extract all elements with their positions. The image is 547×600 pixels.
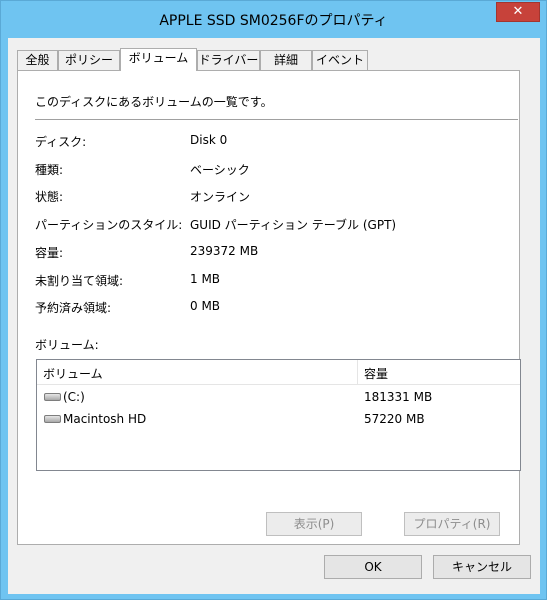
reserved-label: 予約済み領域: xyxy=(35,301,112,315)
column-header-capacity[interactable]: 容量 xyxy=(364,365,388,382)
column-divider[interactable] xyxy=(357,360,358,384)
capacity-value: 239372 MB xyxy=(190,244,259,258)
volume-name: (C:) xyxy=(63,390,85,404)
volume-capacity: 181331 MB xyxy=(364,390,433,404)
properties-button[interactable]: プロパティ(R) xyxy=(404,512,500,536)
list-header: ボリューム 容量 xyxy=(37,360,520,385)
type-label: 種類: xyxy=(35,163,64,177)
status-label: 状態: xyxy=(35,190,64,204)
partition-style-label: パーティションのスタイル: xyxy=(35,218,183,232)
reserved-value: 0 MB xyxy=(190,299,221,313)
unallocated-label: 未割り当て領域: xyxy=(35,274,124,288)
capacity-label: 容量: xyxy=(35,246,64,260)
list-item[interactable]: Macintosh HD 57220 MB xyxy=(37,409,520,431)
disk-value: Disk 0 xyxy=(190,133,228,147)
window-title: APPLE SSD SM0256Fのプロパティ xyxy=(159,13,388,29)
tab-events[interactable]: イベント xyxy=(312,50,368,70)
volumes-list[interactable]: ボリューム 容量 (C:) 181331 MB Macintosh HD 572… xyxy=(36,359,521,471)
ok-button[interactable]: OK xyxy=(324,555,422,579)
volume-name: Macintosh HD xyxy=(63,412,147,426)
tab-driver[interactable]: ドライバー xyxy=(197,50,260,70)
show-button[interactable]: 表示(P) xyxy=(266,512,362,536)
separator xyxy=(35,119,518,120)
panel-intro: このディスクにあるボリュームの一覧です。 xyxy=(35,95,273,109)
partition-style-value: GUID パーティション テーブル (GPT) xyxy=(190,218,397,232)
tab-general[interactable]: 全般 xyxy=(17,50,58,70)
tab-policy[interactable]: ポリシー xyxy=(58,50,120,70)
list-item[interactable]: (C:) 181331 MB xyxy=(37,387,520,409)
unallocated-value: 1 MB xyxy=(190,272,221,286)
column-header-volume[interactable]: ボリューム xyxy=(43,365,103,382)
dialog-client: 全般 ポリシー ボリューム ドライバー 詳細 イベント このディスクにあるボリュ… xyxy=(8,38,540,594)
status-value: オンライン xyxy=(190,190,251,204)
tab-details[interactable]: 詳細 xyxy=(260,50,312,70)
close-icon: ✕ xyxy=(512,4,524,19)
volumes-panel: このディスクにあるボリュームの一覧です。 ディスク: Disk 0 種類: ベー… xyxy=(17,70,521,545)
close-button[interactable]: ✕ xyxy=(496,2,540,22)
volumes-label: ボリューム: xyxy=(35,338,99,352)
disk-label: ディスク: xyxy=(35,135,87,149)
cancel-button[interactable]: キャンセル xyxy=(433,555,531,579)
type-value: ベーシック xyxy=(190,163,250,177)
properties-window: APPLE SSD SM0256Fのプロパティ ✕ 全般 ポリシー ボリューム … xyxy=(0,0,547,600)
volume-capacity: 57220 MB xyxy=(364,412,425,426)
tab-volumes[interactable]: ボリューム xyxy=(120,48,197,71)
drive-icon xyxy=(44,393,61,401)
title-bar[interactable]: APPLE SSD SM0256Fのプロパティ ✕ xyxy=(1,1,546,37)
drive-icon xyxy=(44,415,61,423)
